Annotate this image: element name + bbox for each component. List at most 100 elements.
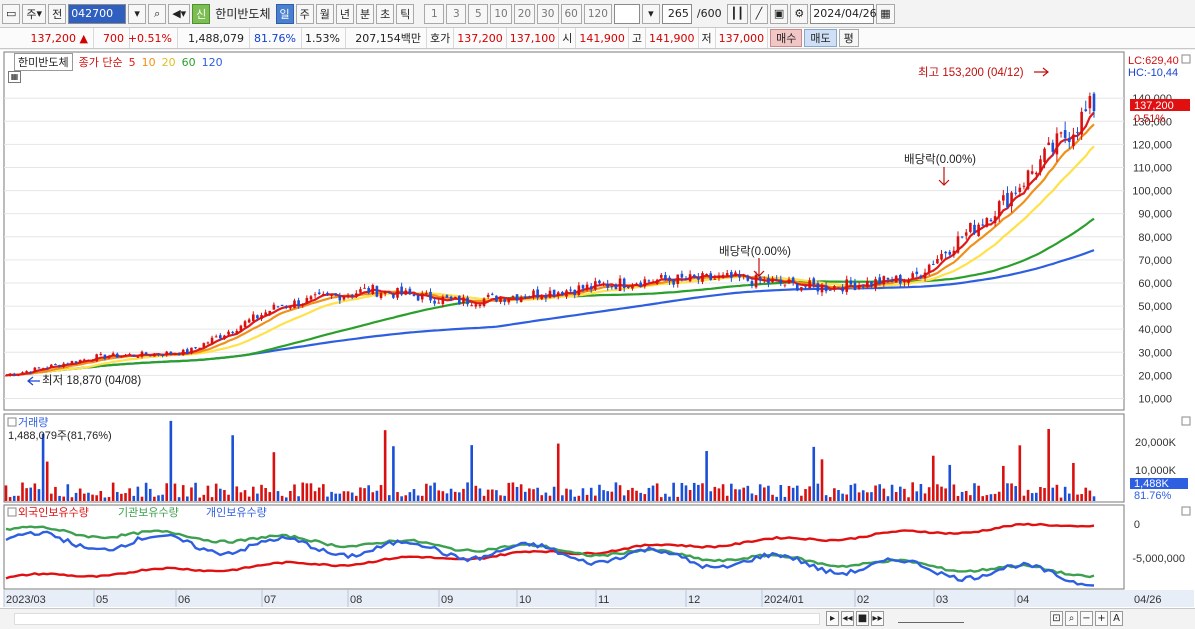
volume-tick-label: 20,000K <box>1135 437 1177 449</box>
holdings-close-icon[interactable] <box>1181 506 1191 516</box>
text-icon[interactable]: A <box>1110 611 1123 626</box>
legend-ma5: 5 <box>128 55 136 69</box>
volume-bar <box>186 496 189 501</box>
candle-body <box>565 290 568 297</box>
price-close-icon[interactable] <box>1181 54 1191 64</box>
interval-1[interactable]: 1 <box>424 3 445 24</box>
count-input[interactable]: 265 <box>661 3 692 24</box>
candle-body <box>425 292 428 294</box>
candle-body <box>536 289 539 298</box>
period-month[interactable]: 월 <box>315 3 334 24</box>
fast-forward-icon[interactable]: ▸▸ <box>871 611 884 626</box>
volume-bar <box>878 484 881 501</box>
zoom-in-icon[interactable]: ⌕ <box>1065 611 1078 626</box>
search-icon[interactable]: ⌕ <box>148 3 167 24</box>
volume-bar <box>536 487 539 501</box>
minus-icon[interactable]: − <box>1080 611 1093 626</box>
ask-price: 137,200 <box>454 28 507 48</box>
volume-bar <box>820 459 824 501</box>
candle-body <box>495 295 498 302</box>
candle-body <box>812 278 816 285</box>
candle-body <box>45 367 49 369</box>
volume-bar <box>960 491 964 501</box>
volume-bar <box>944 488 947 501</box>
volume-bar <box>556 443 560 501</box>
interval-10[interactable]: 10 <box>490 3 512 24</box>
interval-3[interactable]: 3 <box>446 3 467 24</box>
average-button[interactable]: 평 <box>838 29 859 47</box>
volume-value: 1,488,079 <box>178 28 250 48</box>
zoom-slider[interactable] <box>898 615 964 623</box>
draw-tool-icon[interactable]: ╱ <box>749 3 768 24</box>
interval-60[interactable]: 60 <box>560 3 582 24</box>
speaker-icon[interactable]: ◀▾ <box>168 3 191 24</box>
volume-bar <box>561 495 564 501</box>
candle-body <box>1055 133 1059 155</box>
individual-legend: 개인보유수량 <box>206 506 267 519</box>
candle-body <box>911 273 914 278</box>
gear-icon[interactable]: ⚙ <box>790 3 809 24</box>
chart-canvas[interactable]: 10,000 20,000 30,000 40,000 50,000 60,000 70,0… <box>0 50 1195 608</box>
period-week[interactable]: 주 <box>295 3 314 24</box>
candle-body <box>99 353 103 355</box>
volume-bar <box>618 485 622 501</box>
candle-body <box>317 292 321 294</box>
volume-panel-icon[interactable] <box>7 417 17 427</box>
interval-30[interactable]: 30 <box>537 3 559 24</box>
stock-code-input[interactable]: 042700 <box>68 3 127 24</box>
dropdown-icon[interactable]: ▾ <box>128 3 147 24</box>
stop-icon[interactable]: ■ <box>856 611 869 626</box>
date-input[interactable]: 2024/04/26 <box>810 3 877 24</box>
candle-body <box>87 360 90 362</box>
period-second[interactable]: 초 <box>376 3 395 24</box>
candle-body <box>1088 96 1092 109</box>
buy-button[interactable]: 매수 <box>770 29 803 47</box>
volume-bar <box>54 486 57 501</box>
candle-type-icon[interactable]: ┃┃ <box>726 3 748 24</box>
candle-body <box>589 286 593 289</box>
plus-icon[interactable]: + <box>1095 611 1108 626</box>
holdings-panel-icon[interactable] <box>7 507 17 517</box>
custom-interval-input[interactable] <box>613 3 640 24</box>
candle-body <box>256 315 259 319</box>
prev-button[interactable]: 전 <box>48 3 67 24</box>
grid-table-icon[interactable]: ▦ <box>8 71 21 83</box>
candle-body <box>614 284 618 290</box>
calendar-icon[interactable]: ▦ <box>876 3 895 24</box>
interval-20[interactable]: 20 <box>513 3 536 24</box>
period-tick[interactable]: 틱 <box>396 3 415 24</box>
sell-button[interactable]: 매도 <box>804 29 837 47</box>
candle-body <box>1084 109 1088 112</box>
volume-bar <box>721 484 725 501</box>
volume-bar <box>993 493 997 501</box>
period-minute[interactable]: 분 <box>356 3 375 24</box>
rewind-icon[interactable]: ◂◂ <box>841 611 854 626</box>
volume-bar <box>29 487 33 501</box>
x-tick-label: 11 <box>598 594 609 606</box>
institution-legend: 기관보유수량 <box>118 506 179 519</box>
volume-bar <box>74 492 78 501</box>
volume-bar <box>486 489 490 501</box>
period-day[interactable]: 일 <box>275 3 294 24</box>
custom-interval-dropdown-icon[interactable]: ▾ <box>641 3 660 24</box>
candle-body <box>833 285 836 289</box>
interval-120[interactable]: 120 <box>583 3 612 24</box>
scroll-right-icon[interactable]: ▸ <box>826 611 839 626</box>
volume-bar <box>256 493 259 501</box>
layout-icon[interactable]: ▭ <box>2 3 21 24</box>
volume-bar <box>363 488 366 501</box>
candle-body <box>824 285 828 292</box>
volume-bar <box>606 491 609 501</box>
candle-body <box>635 283 638 286</box>
volume-close-icon[interactable] <box>1181 416 1191 426</box>
horizontal-scrollbar[interactable] <box>14 613 820 625</box>
volume-bar <box>371 492 375 501</box>
market-select[interactable]: 주 ▾ <box>22 3 47 24</box>
turnover-rate: 1.53% <box>302 28 346 48</box>
volume-bar <box>746 485 750 501</box>
fit-icon[interactable]: ⊡ <box>1050 611 1063 626</box>
interval-5[interactable]: 5 <box>468 3 489 24</box>
candle-body <box>528 296 531 298</box>
save-icon[interactable]: ▣ <box>769 3 789 24</box>
period-year[interactable]: 년 <box>335 3 354 24</box>
